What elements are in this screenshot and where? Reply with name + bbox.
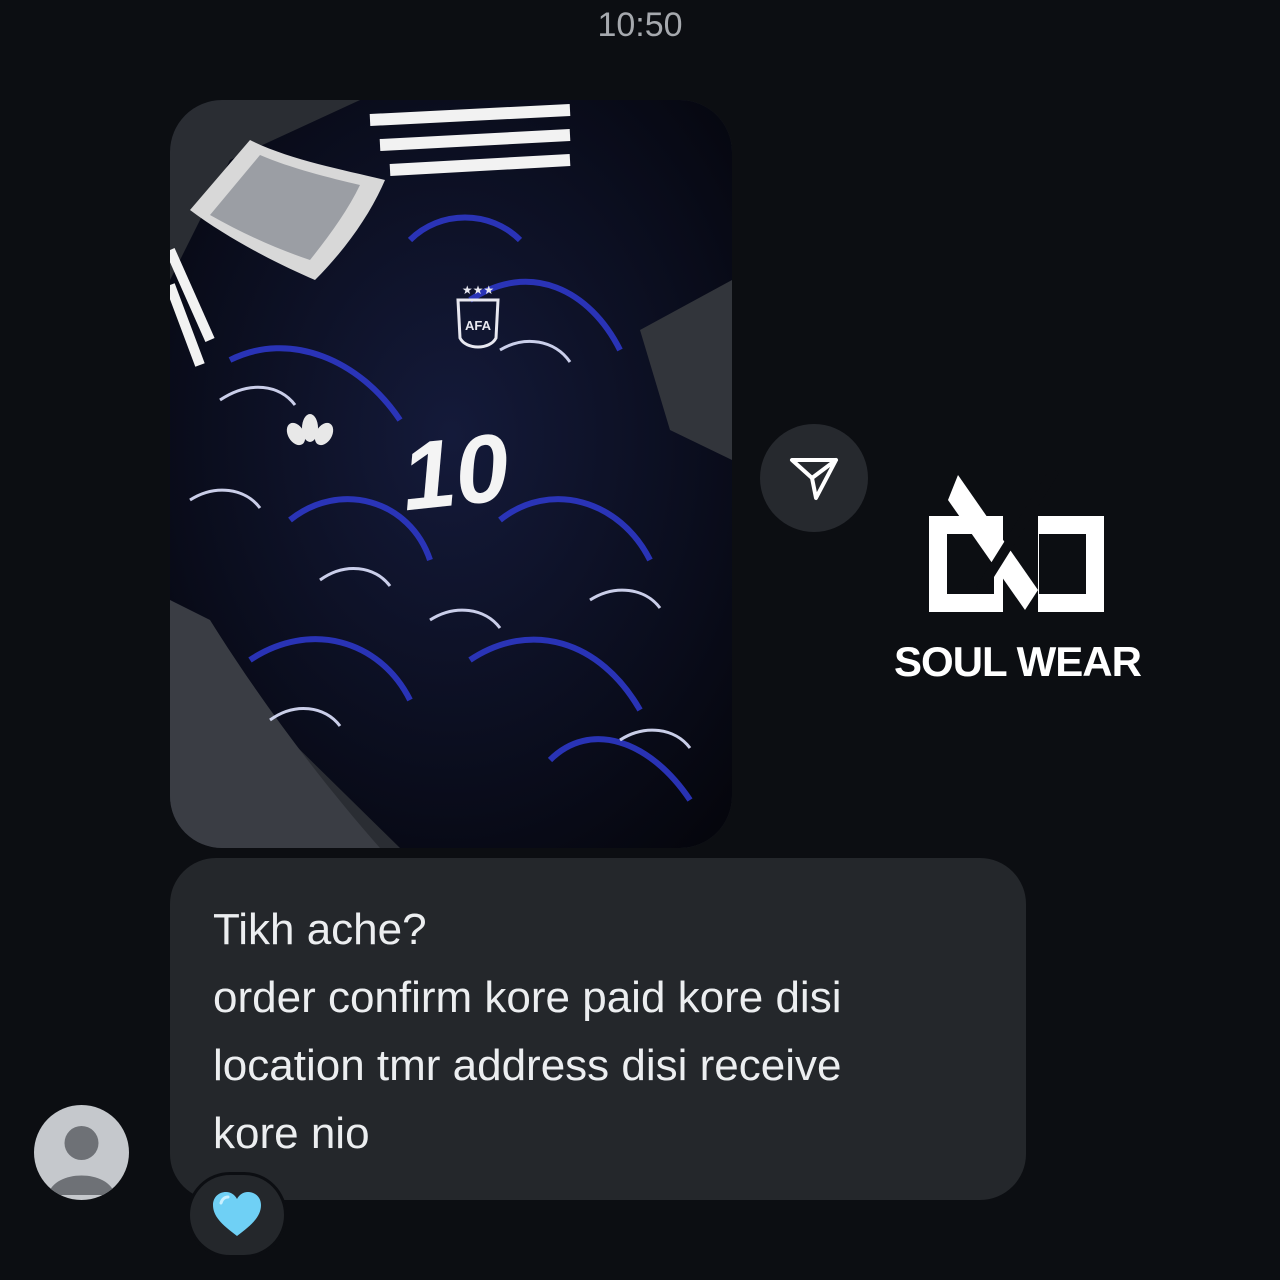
- svg-text:★★★: ★★★: [462, 283, 494, 297]
- default-user-avatar-icon: [48, 1126, 115, 1195]
- message-line: Tikh ache?: [213, 905, 427, 954]
- svg-text:AFA: AFA: [465, 318, 492, 333]
- avatar[interactable]: [34, 1105, 129, 1200]
- message-photo[interactable]: AFA ★★★ 10: [170, 100, 732, 848]
- message-line: kore nio: [213, 1109, 370, 1158]
- soul-wear-watermark: SOUL WEAR: [880, 467, 1160, 690]
- message-line: location tmr address disi receive: [213, 1041, 842, 1090]
- reaction-badge[interactable]: [187, 1172, 287, 1258]
- share-button[interactable]: [760, 424, 868, 532]
- message-line: order confirm kore paid kore disi: [213, 973, 842, 1022]
- soul-wear-logo-icon: [929, 467, 1104, 620]
- message-bubble[interactable]: Tikh ache? order confirm kore paid kore …: [170, 858, 1026, 1200]
- watermark-text: SOUL WEAR: [894, 638, 1142, 685]
- timestamp: 10:50: [597, 6, 683, 44]
- paper-plane-icon: [790, 458, 838, 500]
- svg-text:10: 10: [397, 414, 514, 532]
- light-blue-heart-icon: [213, 1192, 261, 1236]
